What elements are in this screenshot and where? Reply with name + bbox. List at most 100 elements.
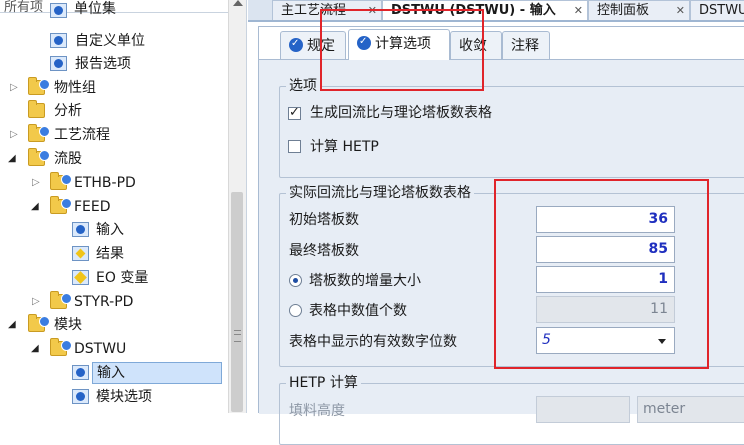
checked-form-icon: [72, 222, 89, 237]
tree-item-unit-sets[interactable]: 单位集: [0, 1, 228, 28]
sig-digits-select[interactable]: 5: [536, 327, 675, 354]
tree-item-dstwu[interactable]: ◢ DSTWU: [0, 338, 228, 360]
tab-calculation-options[interactable]: 计算选项: [348, 29, 450, 60]
collapse-arrow-icon[interactable]: ◢: [8, 314, 20, 336]
collapse-arrow-icon[interactable]: ◢: [31, 338, 43, 360]
checked-form-icon: [357, 35, 371, 50]
unit-set-icon: [50, 3, 67, 18]
tab-label: 规定: [307, 38, 335, 54]
increment-input[interactable]: 1: [536, 266, 675, 293]
tree-item-custom-units[interactable]: 自定义单位: [0, 30, 228, 52]
tab-label: 注释: [511, 38, 539, 54]
final-stages-input[interactable]: 85: [536, 236, 675, 263]
collapse-arrow-icon[interactable]: ◢: [8, 148, 20, 170]
tree-item-block-options[interactable]: 模块选项: [0, 386, 228, 408]
doc-tab-control-panel[interactable]: 控制面板 ✕: [588, 0, 690, 20]
increment-label: 塔板数的增量大小: [309, 273, 421, 289]
tree-item-label: 单位集: [74, 1, 116, 17]
doc-tab-label: DSTWU (DSTWU): [699, 3, 744, 18]
folder-icon: [28, 100, 45, 118]
tree-item-feed-input[interactable]: 输入: [0, 219, 228, 241]
doc-tab-dstwu-input[interactable]: DSTWU (DSTWU) - 输入 ✕: [382, 0, 588, 20]
tree-item-feed-results[interactable]: 结果: [0, 243, 228, 265]
eo-variables-icon: ✓: [72, 270, 89, 285]
tab-comments[interactable]: 注释: [502, 31, 550, 59]
form-body: 选项 生成回流比与理论塔板数表格 计算 HETP 实际回流比与理论塔板数表格 初…: [259, 59, 744, 445]
tree-item-label: 自定义单位: [75, 33, 145, 49]
folder-icon: [28, 77, 50, 95]
num-values-radio[interactable]: [289, 304, 302, 317]
group-title: 选项: [286, 78, 320, 94]
num-values-label: 表格中数值个数: [309, 303, 407, 319]
calc-hetp-label: 计算 HETP: [310, 139, 379, 155]
tree-item-label: 模块: [54, 317, 82, 333]
doc-tab-dstwu[interactable]: DSTWU (DSTWU): [690, 0, 744, 20]
tree-item-label: 物性组: [54, 80, 96, 96]
tree-item-dstwu-input[interactable]: 输入: [0, 362, 228, 384]
tree-item-label: DSTWU: [74, 341, 127, 357]
checked-form-icon: [72, 365, 89, 380]
tree-item-label: 分析: [54, 103, 82, 119]
tab-specifications[interactable]: 规定: [280, 31, 346, 59]
tree-item-label: 输入: [96, 222, 124, 238]
tab-label: 计算选项: [375, 36, 431, 52]
folder-icon: [50, 338, 72, 356]
num-values-input: 11: [536, 296, 675, 323]
tree-item-property-sets[interactable]: ▷ 物性组: [0, 77, 228, 99]
tree-item-feed[interactable]: ◢ FEED: [0, 196, 228, 218]
expand-arrow-icon[interactable]: ▷: [10, 77, 22, 99]
checked-form-icon: [50, 33, 67, 48]
hetp-group: HETP 计算 填料高度 meter: [279, 375, 744, 445]
checked-form-icon: [289, 37, 303, 52]
tree-item-analysis[interactable]: 分析: [0, 100, 228, 122]
tree-item-label: 流股: [54, 151, 82, 167]
dropdown-arrow-icon[interactable]: [658, 339, 666, 344]
tree-item-flowsheet[interactable]: ▷ 工艺流程: [0, 124, 228, 146]
form-tab-strip: 规定 计算选项 收敛 注释: [258, 29, 744, 60]
tree-item-label: EO 变量: [96, 270, 149, 286]
sig-digits-label: 表格中显示的有效数字位数: [289, 334, 457, 350]
tree-item-styr-pd[interactable]: ▷ STYR-PD: [0, 291, 228, 313]
increment-radio[interactable]: [289, 274, 302, 287]
tab-convergence[interactable]: 收敛: [450, 31, 502, 59]
tree-item-label: 结果: [96, 246, 124, 262]
initial-stages-label: 初始塔板数: [289, 212, 359, 228]
tree-item-blocks[interactable]: ◢ 模块: [0, 314, 228, 336]
tree-item-ethb-pd[interactable]: ▷ ETHB-PD: [0, 172, 228, 194]
packing-height-label: 填料高度: [289, 403, 345, 419]
collapse-arrow-icon[interactable]: ◢: [31, 196, 43, 218]
scroll-up-arrow-icon[interactable]: [233, 0, 243, 6]
reflux-stages-table-group: 实际回流比与理论塔板数表格 初始塔板数 36 最终塔板数 85 塔板数的增量大小…: [279, 185, 744, 367]
doc-tab-label: 主工艺流程: [281, 3, 347, 18]
tree-item-label: STYR-PD: [74, 294, 134, 310]
group-title: 实际回流比与理论塔板数表格: [286, 185, 474, 201]
tree-item-eo-variables[interactable]: ✓ EO 变量: [0, 267, 228, 289]
folder-icon: [50, 291, 72, 309]
tree-item-streams[interactable]: ◢ 流股: [0, 148, 228, 170]
generate-table-checkbox[interactable]: [288, 105, 301, 120]
scrollbar-thumb[interactable]: [231, 192, 243, 412]
expand-arrow-icon[interactable]: ▷: [10, 124, 22, 146]
generate-table-label: 生成回流比与理论塔板数表格: [310, 105, 492, 121]
tree-scrollbar[interactable]: [228, 0, 246, 413]
tree-item-label: 输入: [92, 362, 222, 384]
tree-item-report-options[interactable]: 报告选项: [0, 53, 228, 75]
folder-icon: [28, 124, 50, 142]
doc-tab-label: 控制面板: [597, 3, 650, 18]
checked-form-icon: [72, 389, 89, 404]
initial-stages-input[interactable]: 36: [536, 206, 675, 233]
navigation-tree-panel: 所有项 单位集 自定义单位 报告选项 ▷ 物性组 分析 ▷ 工艺流程 ◢ 流股 …: [0, 0, 247, 413]
final-stages-label: 最终塔板数: [289, 243, 359, 259]
close-icon[interactable]: ✕: [676, 1, 685, 21]
folder-icon: [50, 172, 72, 190]
close-icon[interactable]: ✕: [574, 1, 583, 21]
tree-item-label: FEED: [74, 199, 111, 215]
expand-arrow-icon[interactable]: ▷: [32, 291, 44, 313]
doc-tab-main-flowsheet[interactable]: 主工艺流程 ✕: [272, 0, 382, 20]
tree-item-label: 工艺流程: [54, 127, 110, 143]
expand-arrow-icon[interactable]: ▷: [32, 172, 44, 194]
close-icon[interactable]: ✕: [368, 1, 377, 21]
folder-icon: [28, 314, 50, 332]
calc-hetp-checkbox[interactable]: [288, 140, 301, 153]
packing-height-input: [536, 396, 630, 423]
